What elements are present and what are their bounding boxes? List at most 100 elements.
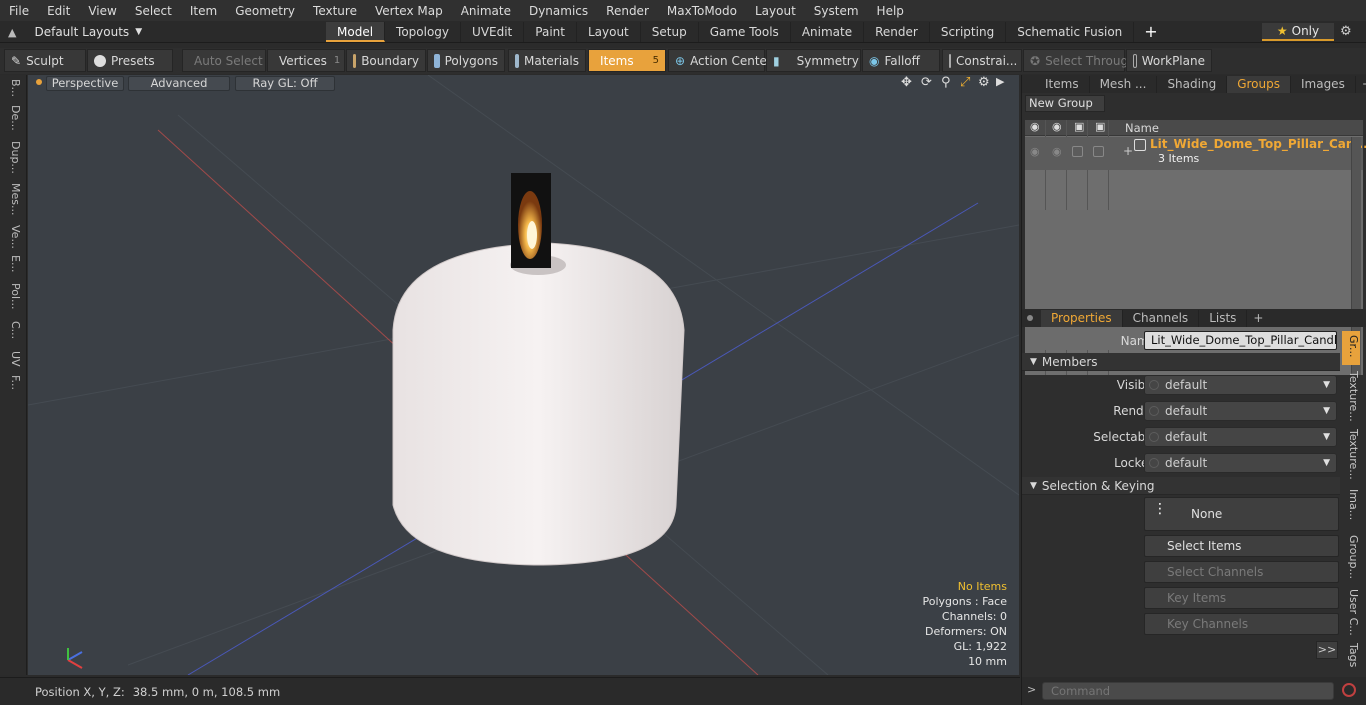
row-lock-box[interactable] [1093, 146, 1104, 157]
constraints-button[interactable]: Constrai... [942, 49, 1022, 72]
tab-layout[interactable]: Layout [577, 22, 641, 42]
vtab-images[interactable]: Ima... [1345, 489, 1360, 529]
menu-animate[interactable]: Animate [452, 4, 520, 18]
select-channels-button[interactable]: Select Channels [1144, 561, 1339, 583]
key-items-button[interactable]: Key Items [1144, 587, 1339, 609]
menu-layout[interactable]: Layout [746, 4, 805, 18]
raygl-toggle[interactable]: Ray GL: Off [235, 76, 335, 91]
add-panel-tab-icon[interactable]: + [1356, 77, 1366, 91]
vtab-texture-2[interactable]: Texture... [1345, 429, 1360, 481]
tab-paint[interactable]: Paint [524, 22, 577, 42]
viewport-expand-icon[interactable]: ▶ [996, 75, 1004, 88]
shading-dropdown[interactable]: Advanced [128, 76, 230, 91]
tab-mesh[interactable]: Mesh ... [1090, 75, 1158, 93]
left-tab-uv[interactable]: UV [4, 351, 22, 367]
left-tab-duplicate[interactable]: Dup... [4, 141, 22, 174]
gear-icon[interactable]: ⚙ [1340, 24, 1352, 39]
workplane-button[interactable]: WorkPlane [1126, 49, 1212, 72]
key-channels-button[interactable]: Key Channels [1144, 613, 1339, 635]
none-button[interactable]: ⋮ None [1144, 497, 1339, 531]
tab-topology[interactable]: Topology [385, 22, 462, 42]
menu-edit[interactable]: Edit [38, 4, 79, 18]
boundary-button[interactable]: Boundary [346, 49, 426, 72]
polygons-button[interactable]: Polygons [427, 49, 505, 72]
render-dropdown[interactable]: default ▼ [1144, 401, 1337, 421]
zoom-view-icon[interactable]: ⚲ [941, 75, 951, 90]
tab-channels[interactable]: Channels [1123, 309, 1200, 327]
perspective-dropdown[interactable]: Perspective [46, 76, 124, 91]
name-field[interactable]: Lit_Wide_Dome_Top_Pillar_Candle_Wi [1144, 331, 1337, 350]
tab-images[interactable]: Images [1291, 75, 1356, 93]
items-button[interactable]: Items 5 [588, 49, 666, 72]
vertices-button[interactable]: Vertices 1 [267, 49, 345, 72]
menu-texture[interactable]: Texture [304, 4, 366, 18]
menu-view[interactable]: View [79, 4, 125, 18]
only-button[interactable]: ★ Only [1262, 23, 1334, 41]
tab-model[interactable]: Model [326, 22, 386, 42]
left-tab-basic[interactable]: B... [4, 79, 22, 97]
left-tab-deform[interactable]: De... [4, 105, 22, 131]
auto-select-button[interactable]: Auto Select [182, 49, 266, 72]
tab-game-tools[interactable]: Game Tools [699, 22, 791, 42]
vtab-group[interactable]: Gr... [1345, 335, 1360, 358]
tab-setup[interactable]: Setup [641, 22, 699, 42]
add-prop-tab-icon[interactable]: + [1247, 311, 1269, 325]
tab-animate[interactable]: Animate [791, 22, 865, 42]
move-view-icon[interactable]: ✥ [901, 75, 912, 90]
menu-render[interactable]: Render [597, 4, 658, 18]
symmetry-button[interactable]: ▮ Symmetry [766, 49, 861, 72]
default-layouts-dropdown[interactable]: ▲ Default Layouts ▼ [8, 23, 142, 41]
menu-file[interactable]: File [0, 4, 38, 18]
row-render-icon[interactable]: ◉ [1052, 145, 1062, 158]
select-items-button[interactable]: Select Items [1144, 535, 1339, 557]
menu-dynamics[interactable]: Dynamics [520, 4, 597, 18]
selectable-dropdown[interactable]: default ▼ [1144, 427, 1337, 447]
locked-dropdown[interactable]: default ▼ [1144, 453, 1337, 473]
tab-render[interactable]: Render [864, 22, 930, 42]
left-tab-mesh-edit[interactable]: Mes... [4, 183, 22, 215]
row-eye-icon[interactable]: ◉ [1030, 145, 1040, 158]
menu-select[interactable]: Select [126, 4, 181, 18]
group-row[interactable]: ◉ ◉ + Lit_Wide_Dome_Top_Pillar_Can ... 3… [1025, 137, 1366, 170]
vtab-texture-1[interactable]: Texture... [1345, 371, 1360, 423]
command-input[interactable] [1042, 682, 1334, 700]
left-tab-edge[interactable]: E... [4, 255, 22, 272]
row-select-box[interactable] [1072, 146, 1083, 157]
vtab-tags[interactable]: Tags [1345, 643, 1360, 673]
menu-vertex-map[interactable]: Vertex Map [366, 4, 452, 18]
tab-uvedit[interactable]: UVEdit [461, 22, 525, 42]
left-tab-curve[interactable]: C... [4, 321, 22, 339]
tab-lists[interactable]: Lists [1199, 309, 1248, 327]
left-tab-polygon[interactable]: Pol... [4, 283, 22, 310]
menu-maxtomodo[interactable]: MaxToModo [658, 4, 746, 18]
expand-plus-icon[interactable]: + [1123, 144, 1133, 158]
viewport-menu-dot[interactable] [36, 79, 42, 85]
menu-item[interactable]: Item [181, 4, 226, 18]
tab-schematic-fusion[interactable]: Schematic Fusion [1006, 22, 1135, 42]
fit-view-icon[interactable]: ⤢ [960, 75, 970, 90]
menu-help[interactable]: Help [868, 4, 913, 18]
rotate-view-icon[interactable]: ⟳ [921, 75, 932, 90]
sculpt-button[interactable]: ✎ Sculpt [4, 49, 86, 72]
tab-shading[interactable]: Shading [1157, 75, 1228, 93]
members-section[interactable]: ▼ Members [1022, 353, 1340, 371]
materials-button[interactable]: Materials [508, 49, 586, 72]
menu-geometry[interactable]: Geometry [226, 4, 304, 18]
tab-groups[interactable]: Groups [1227, 75, 1291, 93]
selection-keying-section[interactable]: ▼ Selection & Keying [1022, 477, 1340, 495]
vtab-user-channels[interactable]: User C... [1345, 589, 1360, 639]
left-tab-fusion[interactable]: F... [4, 375, 22, 390]
vtab-group-2[interactable]: Group... [1345, 535, 1360, 585]
left-tab-vertex[interactable]: Ve... [4, 225, 22, 249]
more-button[interactable]: >> [1316, 641, 1338, 659]
group-name[interactable]: Lit_Wide_Dome_Top_Pillar_Can ... [1150, 137, 1366, 151]
add-tab-icon[interactable]: + [1134, 22, 1167, 42]
3d-viewport[interactable]: Perspective Advanced Ray GL: Off ✥ ⟳ ⚲ ⤢… [28, 75, 1019, 675]
menu-system[interactable]: System [805, 4, 868, 18]
tab-properties[interactable]: Properties [1041, 309, 1123, 327]
tab-items[interactable]: Items [1035, 75, 1090, 93]
new-group-button[interactable]: New Group [1025, 95, 1105, 112]
record-icon[interactable] [1342, 683, 1356, 697]
falloff-button[interactable]: ◉ Falloff [862, 49, 940, 72]
presets-button[interactable]: Presets [87, 49, 173, 72]
